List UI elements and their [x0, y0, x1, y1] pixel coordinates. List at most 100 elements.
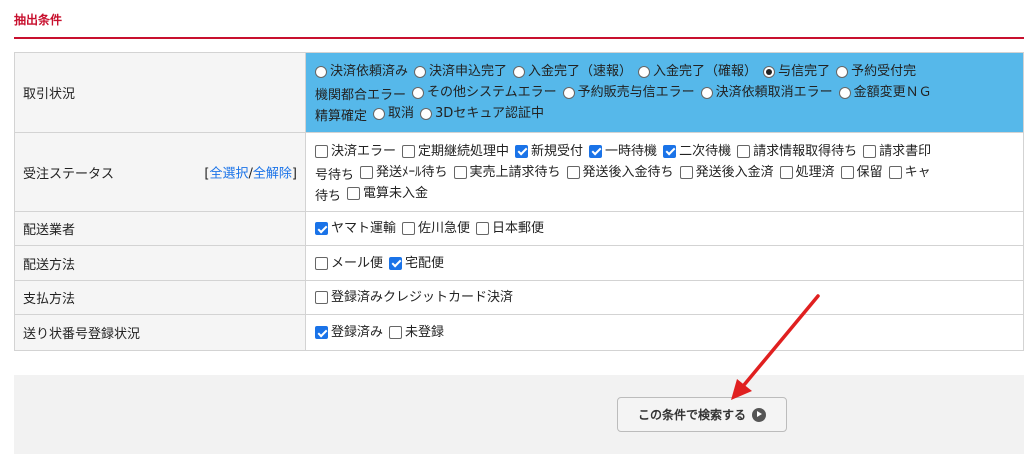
checkbox[interactable]: [402, 144, 416, 158]
order-status-option[interactable]: 新規受付: [515, 141, 583, 162]
checkbox[interactable]: [779, 165, 793, 179]
order-status-option[interactable]: 一時待機: [589, 141, 657, 162]
order-status-option[interactable]: 決済エラー: [315, 141, 396, 162]
trade-status-option[interactable]: 3Dセキュア認証中: [420, 103, 544, 124]
trade-status-option[interactable]: 与信完了: [763, 61, 830, 82]
tracking-status-option[interactable]: 未登録: [389, 322, 444, 343]
carrier-option[interactable]: ヤマト運輸: [315, 218, 396, 239]
trade-status-option-label: 決済依頼取消エラー: [715, 85, 833, 100]
delivery-method-option[interactable]: メール便: [315, 253, 383, 274]
order-status-option-label: 定期継続処理中: [418, 143, 510, 159]
order-status-option-label: 請求書印: [879, 143, 932, 159]
radio-button[interactable]: [763, 65, 776, 78]
checkbox[interactable]: [737, 144, 751, 158]
checkbox[interactable]: [360, 165, 374, 179]
checkbox[interactable]: [315, 256, 328, 270]
checkbox[interactable]: [515, 144, 529, 158]
delivery-method-option-label: 宅配便: [405, 255, 445, 271]
radio-button[interactable]: [562, 86, 575, 99]
checkbox[interactable]: [315, 144, 328, 158]
radio-button[interactable]: [836, 65, 849, 78]
checkbox[interactable]: [389, 256, 403, 270]
tracking-status-option-label: 未登録: [405, 325, 445, 340]
order-status-option[interactable]: 定期継続処理中: [402, 141, 509, 162]
tracking-status-option-label: 登録済み: [331, 325, 384, 340]
trade-status-option[interactable]: 予約販売与信エラー: [562, 82, 695, 103]
search-button-label: この条件で検索する: [637, 408, 746, 422]
checkbox[interactable]: [347, 186, 361, 200]
trade-status-option[interactable]: 決済依頼済み: [315, 61, 408, 82]
carrier-option[interactable]: 日本郵便: [476, 218, 544, 239]
checkbox[interactable]: [315, 326, 328, 339]
order-status-option-label: 電算未入金: [363, 185, 429, 201]
delivery-method-label: 配送方法: [14, 245, 306, 281]
checkbox[interactable]: [840, 165, 854, 179]
checkbox[interactable]: [888, 165, 902, 179]
select-links: [全選択/全解除]: [204, 166, 297, 182]
trade-status-option[interactable]: 取消: [373, 103, 414, 124]
checkbox[interactable]: [315, 291, 328, 304]
carrier-option-label: 日本郵便: [492, 221, 545, 236]
order-status-option[interactable]: 請求情報取得待ち: [737, 141, 857, 162]
order-status-option[interactable]: キャ: [888, 162, 931, 183]
payment-method-option-label: 登録済みクレジットカード決済: [331, 290, 514, 305]
checkbox[interactable]: [863, 144, 877, 158]
trade-status-option[interactable]: その他システムエラー: [412, 82, 557, 103]
order-status-option[interactable]: 二次待機: [663, 141, 731, 162]
order-status-option[interactable]: 待ち: [315, 186, 341, 207]
checkbox[interactable]: [679, 165, 693, 179]
checkbox[interactable]: [663, 144, 677, 158]
checkbox[interactable]: [476, 222, 490, 235]
order-status-option[interactable]: 電算未入金: [347, 183, 428, 204]
checkbox[interactable]: [315, 222, 328, 235]
trade-status-line: 精算確定 取消 3Dセキュア認証中: [315, 103, 1023, 124]
tracking-status-option[interactable]: 登録済み: [315, 322, 383, 343]
radio-button[interactable]: [412, 86, 425, 99]
radio-button[interactable]: [513, 65, 526, 78]
order-status-line: 決済エラー 定期継続処理中 新規受付 一時待機 二次待機 請求情報取得待ち 請求書印: [315, 141, 1023, 162]
order-status-option-label: 請求情報取得待ち: [753, 143, 858, 159]
trade-status-option-label: 入金完了（確報）: [653, 64, 758, 79]
order-status-option[interactable]: 実売上請求待ち: [453, 162, 561, 183]
carrier-option[interactable]: 佐川急便: [402, 218, 470, 239]
search-button[interactable]: この条件で検索する: [617, 397, 787, 432]
delivery-method-option[interactable]: 宅配便: [389, 253, 444, 274]
radio-button[interactable]: [838, 86, 851, 99]
order-status-option[interactable]: 発送後入金済: [679, 162, 774, 183]
radio-button[interactable]: [414, 65, 427, 78]
radio-button[interactable]: [420, 107, 433, 120]
order-status-option[interactable]: 請求書印: [863, 141, 931, 162]
checkbox[interactable]: [453, 165, 467, 179]
trade-status-option-label: 入金完了（速報）: [528, 64, 633, 79]
trade-status-option[interactable]: 決済申込完了: [414, 61, 507, 82]
row-delivery-method: 配送方法 メール便 宅配便: [14, 245, 1024, 281]
order-status-option[interactable]: 保留: [840, 162, 883, 183]
trade-status-option-label: 予約販売与信エラー: [577, 85, 695, 100]
order-status-option-label: キャ: [904, 164, 931, 180]
checkbox[interactable]: [589, 144, 603, 158]
radio-button[interactable]: [638, 65, 651, 78]
payment-method-label: 支払方法: [14, 280, 306, 315]
trade-status-option[interactable]: 入金完了（速報）: [513, 61, 632, 82]
payment-method-option[interactable]: 登録済みクレジットカード決済: [315, 287, 513, 308]
radio-button[interactable]: [373, 107, 386, 120]
trade-status-option[interactable]: 金額変更ＮＧ: [838, 82, 932, 103]
trade-status-option[interactable]: 入金完了（確報）: [638, 61, 757, 82]
trade-status-option-label: 3Dセキュア認証中: [435, 106, 545, 121]
radio-button[interactable]: [700, 86, 713, 99]
trade-status-option[interactable]: 決済依頼取消エラー: [700, 82, 833, 103]
row-order-status: 受注ステータス [全選択/全解除] 決済エラー 定期継続処理中 新規受付 一時待機 二次…: [14, 132, 1024, 212]
trade-status-option[interactable]: 予約受付完: [836, 61, 916, 82]
carrier-option-label: 佐川急便: [418, 221, 471, 236]
trade-status-option[interactable]: 精算確定: [315, 106, 367, 127]
trade-status-label: 取引状況: [14, 52, 306, 133]
order-status-option[interactable]: 発送ﾒｰﾙ待ち: [360, 162, 448, 183]
checkbox[interactable]: [389, 326, 403, 339]
order-status-option[interactable]: 発送後入金待ち: [566, 162, 674, 183]
select-all-link[interactable]: 全選択: [210, 167, 249, 182]
checkbox[interactable]: [566, 165, 580, 179]
radio-button[interactable]: [315, 65, 327, 78]
order-status-option[interactable]: 処理済: [779, 162, 835, 183]
deselect-all-link[interactable]: 全解除: [253, 167, 292, 182]
checkbox[interactable]: [402, 222, 416, 235]
